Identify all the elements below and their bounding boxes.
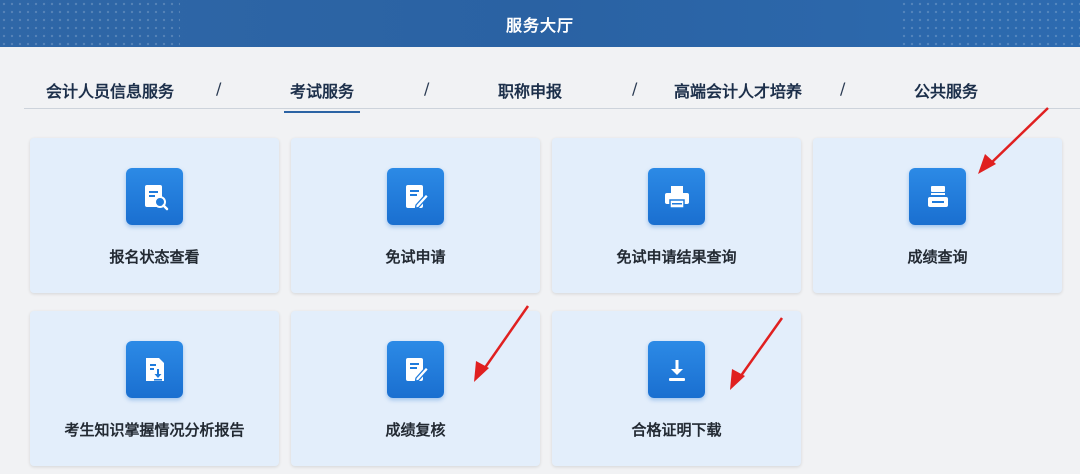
edit-document-icon	[387, 341, 444, 398]
tab-public-services[interactable]: 公共服务	[914, 78, 978, 102]
tab-title-application[interactable]: 职称申报	[498, 78, 562, 102]
printer-icon	[648, 168, 705, 225]
tab-separator: /	[632, 79, 638, 98]
card-label: 考生知识掌握情况分析报告	[64, 421, 245, 439]
card-label: 免试申请结果查询	[616, 248, 737, 266]
tab-separator: /	[216, 79, 222, 98]
edit-document-icon	[387, 168, 444, 225]
document-search-icon	[126, 168, 183, 225]
annotation-arrow	[730, 317, 784, 390]
page-title: 服务大厅	[505, 15, 574, 35]
card-label: 报名状态查看	[109, 248, 200, 266]
card-exemption-result-query[interactable]: 免试申请结果查询	[552, 138, 801, 293]
card-label: 合格证明下载	[631, 421, 722, 439]
annotation-arrow	[474, 305, 530, 382]
card-knowledge-report[interactable]: 考生知识掌握情况分析报告	[30, 311, 279, 466]
page-header: 服务大厅	[0, 0, 1080, 47]
tab-separator: /	[424, 79, 430, 98]
annotation-arrow	[978, 107, 1049, 174]
service-tabs: 会计人员信息服务 / 考试服务 / 职称申报 / 高端会计人才培养 / 公共服务	[24, 68, 1080, 113]
card-label: 成绩查询	[907, 248, 968, 266]
tray-icon	[909, 168, 966, 225]
download-icon	[648, 341, 705, 398]
card-exemption-apply[interactable]: 免试申请	[291, 138, 540, 293]
card-label: 免试申请	[385, 248, 446, 266]
tab-separator: /	[840, 79, 846, 98]
card-registration-status[interactable]: 报名状态查看	[30, 138, 279, 293]
tab-exam-services[interactable]: 考试服务	[283, 78, 361, 113]
tab-accountant-info[interactable]: 会计人员信息服务	[46, 78, 174, 102]
report-download-icon	[126, 341, 183, 398]
card-label: 成绩复核	[385, 421, 446, 439]
tab-senior-talent[interactable]: 高端会计人才培养	[674, 78, 802, 102]
